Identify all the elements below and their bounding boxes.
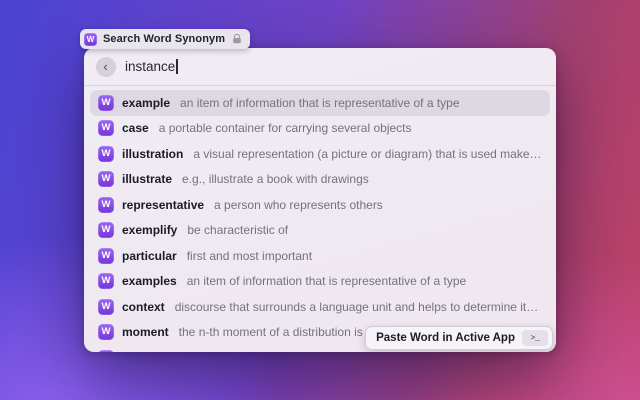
text-caret — [176, 59, 178, 74]
result-definition: an item of information that is represent… — [178, 96, 542, 110]
paste-word-action-button[interactable]: Paste Word in Active App >_ — [365, 326, 553, 350]
result-definition: a portable container for carrying severa… — [157, 121, 542, 135]
result-word: exemplify — [122, 223, 177, 237]
extension-badge-label: Search Word Synonym — [103, 33, 225, 45]
result-row-representative[interactable]: W representative a person who represents… — [90, 192, 550, 218]
w-icon: W — [98, 222, 114, 238]
result-row-exemplify[interactable]: W exemplify be characteristic of — [90, 218, 550, 244]
w-icon: W — [98, 248, 114, 264]
w-icon: W — [98, 350, 114, 352]
w-icon: W — [98, 273, 114, 289]
back-button[interactable]: ‹ — [96, 57, 116, 77]
result-word: examples — [122, 274, 177, 288]
result-definition: discourse that surrounds a language unit… — [173, 300, 542, 314]
result-word: particular — [122, 249, 177, 263]
result-row-particular[interactable]: W particular first and most important — [90, 243, 550, 269]
results-list: W example an item of information that is… — [84, 86, 556, 352]
result-definition: first and most important — [185, 249, 542, 263]
w-icon: W — [98, 120, 114, 136]
lock-icon — [231, 33, 243, 45]
result-definition: a person who represents others — [212, 198, 542, 212]
launcher-window: ‹ instance W example an item of informat… — [84, 48, 556, 352]
action-label: Paste Word in Active App — [376, 332, 515, 344]
result-row-example[interactable]: W example an item of information that is… — [90, 90, 550, 116]
w-icon: W — [98, 146, 114, 162]
result-definition: an item of information that is represent… — [185, 274, 542, 288]
result-word: example — [122, 96, 170, 110]
result-word: case — [122, 121, 149, 135]
result-row-illustrate[interactable]: W illustrate e.g., illustrate a book wit… — [90, 167, 550, 193]
result-word: illustration — [122, 147, 183, 161]
result-word: illustrate — [122, 172, 172, 186]
result-word: representative — [122, 198, 204, 212]
result-row-illustration[interactable]: W illustration a visual representation (… — [90, 141, 550, 167]
search-input[interactable]: instance — [125, 59, 178, 74]
result-definition: be characteristic of — [185, 223, 542, 237]
extension-badge[interactable]: W Search Word Synonym — [80, 29, 250, 49]
w-icon: W — [98, 171, 114, 187]
shortcut-keycap: >_ — [522, 330, 548, 346]
word-synonym-app-icon: W — [84, 33, 97, 46]
result-row-context[interactable]: W context discourse that surrounds a lan… — [90, 294, 550, 320]
result-row-case[interactable]: W case a portable container for carrying… — [90, 116, 550, 142]
w-icon: W — [98, 324, 114, 340]
w-icon: W — [98, 197, 114, 213]
w-icon: W — [98, 95, 114, 111]
w-icon: W — [98, 299, 114, 315]
search-bar: ‹ instance — [84, 48, 556, 86]
result-definition: a visual representation (a picture or di… — [191, 147, 542, 161]
result-definition: e.g., illustrate a book with drawings — [180, 172, 542, 186]
result-word: context — [122, 300, 165, 314]
search-query-text: instance — [125, 59, 175, 74]
result-word: moment — [122, 325, 169, 339]
result-row-examples[interactable]: W examples an item of information that i… — [90, 269, 550, 295]
